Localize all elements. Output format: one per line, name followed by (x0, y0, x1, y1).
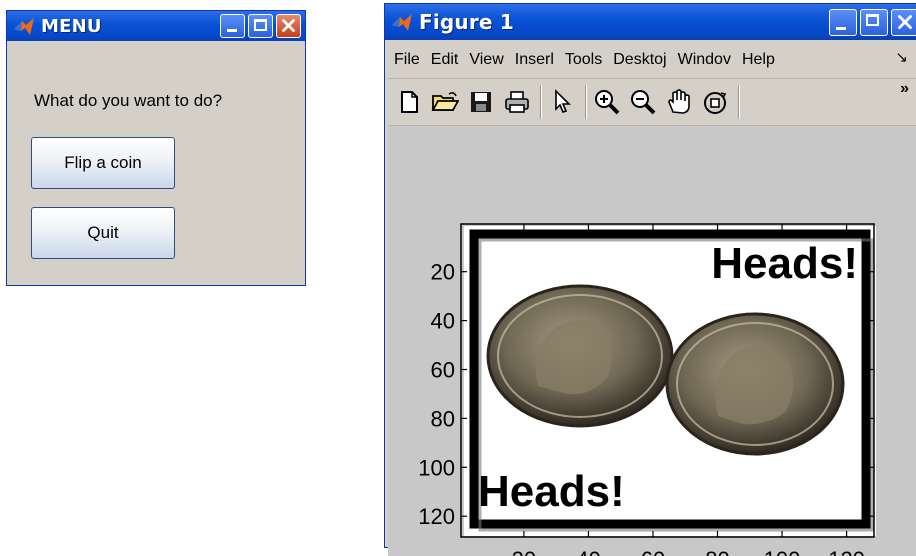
flip-coin-button[interactable]: Flip a coin (31, 137, 175, 189)
pan-hand-icon[interactable] (664, 87, 694, 117)
menu-file[interactable]: File (388, 51, 425, 69)
y-tick-label: 120 (418, 504, 455, 529)
pointer-icon[interactable] (547, 87, 577, 117)
zoom-out-icon[interactable] (628, 87, 658, 117)
figure-window: Figure 1 File Edit View Inserl Tools Des… (384, 3, 916, 556)
y-tick-label: 40 (431, 309, 455, 334)
menu-window[interactable]: Windov (672, 51, 736, 69)
toolbar-separator (585, 85, 586, 119)
maximize-icon (254, 19, 267, 31)
maximize-button[interactable] (248, 14, 273, 38)
maximize-icon (866, 14, 879, 26)
matlab-logo-icon (392, 14, 412, 31)
figure-toolbar: » (388, 79, 916, 126)
menu-insert[interactable]: Inserl (509, 51, 559, 69)
minimize-icon (836, 27, 846, 30)
maximize-button[interactable] (860, 9, 888, 36)
menu-desktop[interactable]: Desktoj (607, 51, 671, 69)
y-tick-label: 80 (431, 406, 455, 431)
y-tick-label: 20 (431, 260, 455, 285)
figure-body: File Edit View Inserl Tools Desktoj Wind… (388, 42, 916, 556)
figure-menubar: File Edit View Inserl Tools Desktoj Wind… (388, 42, 916, 79)
figure-titlebar[interactable]: Figure 1 (385, 4, 916, 40)
x-tick-label: 120 (828, 547, 865, 556)
x-tick-label: 80 (705, 547, 729, 556)
menu-edit[interactable]: Edit (425, 51, 464, 69)
menu-overflow-icon[interactable]: ↘ (889, 48, 913, 66)
toolbar-separator (540, 85, 541, 119)
image-text-top: Heads! (711, 239, 858, 288)
x-tick-label: 20 (512, 547, 536, 556)
print-icon[interactable] (502, 87, 532, 117)
save-icon[interactable] (466, 87, 496, 117)
close-button[interactable] (276, 14, 301, 38)
menu-prompt: What do you want to do? (34, 91, 223, 110)
matlab-logo-icon (14, 18, 34, 35)
menu-view[interactable]: View (463, 51, 508, 69)
toolbar-overflow-icon[interactable]: » (900, 80, 909, 98)
menu-title: MENU (41, 15, 102, 37)
menu-titlebar[interactable]: MENU (7, 11, 305, 41)
menu-tools[interactable]: Tools (559, 51, 607, 69)
figure-canvas: Heads! Heads! 20 40 60 80 100 120 20 40 60 80 100 1… (388, 126, 916, 556)
toolbar-separator (738, 85, 739, 119)
close-button[interactable] (891, 9, 916, 36)
minimize-icon (227, 29, 237, 32)
x-tick-label: 60 (641, 547, 665, 556)
y-tick-label: 100 (418, 455, 455, 480)
minimize-button[interactable] (220, 14, 245, 38)
close-icon (282, 19, 295, 32)
x-tick-label: 40 (576, 547, 600, 556)
rotate-3d-icon[interactable] (700, 87, 730, 117)
quit-button[interactable]: Quit (31, 207, 175, 259)
image-text-bottom: Heads! (478, 467, 625, 516)
coin-image: Heads! Heads! (464, 226, 876, 536)
y-tick-label: 60 (431, 357, 455, 382)
close-icon (898, 15, 912, 29)
figure-title: Figure 1 (419, 10, 514, 34)
new-file-icon[interactable] (394, 87, 424, 117)
zoom-in-icon[interactable] (592, 87, 622, 117)
open-folder-icon[interactable] (430, 87, 460, 117)
menu-help[interactable]: Help (736, 51, 780, 69)
x-tick-label: 100 (764, 547, 801, 556)
minimize-button[interactable] (829, 9, 857, 36)
